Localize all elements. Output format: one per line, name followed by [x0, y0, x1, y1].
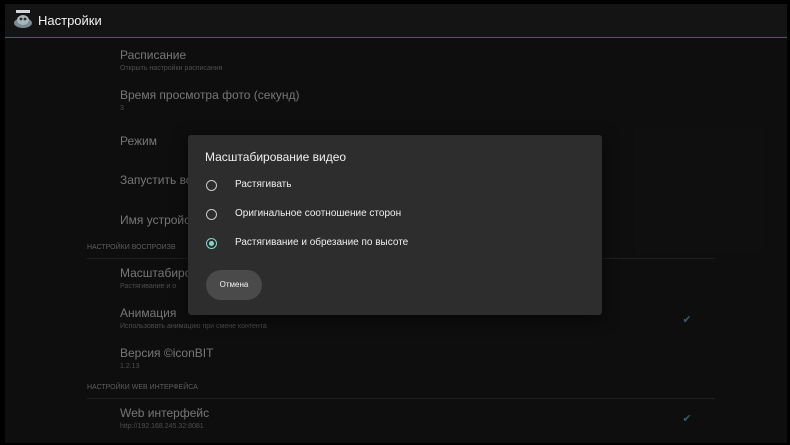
option-label: Растягивание и обрезание по высоте	[235, 237, 409, 248]
radio-button-selected[interactable]	[206, 238, 217, 249]
cancel-button[interactable]: Отмена	[206, 270, 262, 300]
option-label: Оригинальное соотношение сторон	[235, 208, 402, 219]
radio-button[interactable]	[206, 209, 217, 220]
app-title: Настройки	[38, 13, 102, 28]
title-bar: Настройки	[5, 4, 787, 38]
app-logo-icon	[14, 10, 32, 28]
settings-screen: Настройки Расписание Открыть настройки р…	[5, 4, 787, 443]
option-stretch[interactable]: Растягивать	[206, 178, 586, 196]
option-label: Растягивать	[235, 179, 292, 190]
option-stretch-crop-height[interactable]: Растягивание и обрезание по высоте	[206, 236, 586, 254]
video-scaling-dialog: Масштабирование видео Растягивать Оригин…	[188, 135, 602, 315]
radio-button[interactable]	[206, 180, 217, 191]
option-original-aspect[interactable]: Оригинальное соотношение сторон	[206, 207, 586, 225]
dialog-title: Масштабирование видео	[205, 150, 347, 164]
